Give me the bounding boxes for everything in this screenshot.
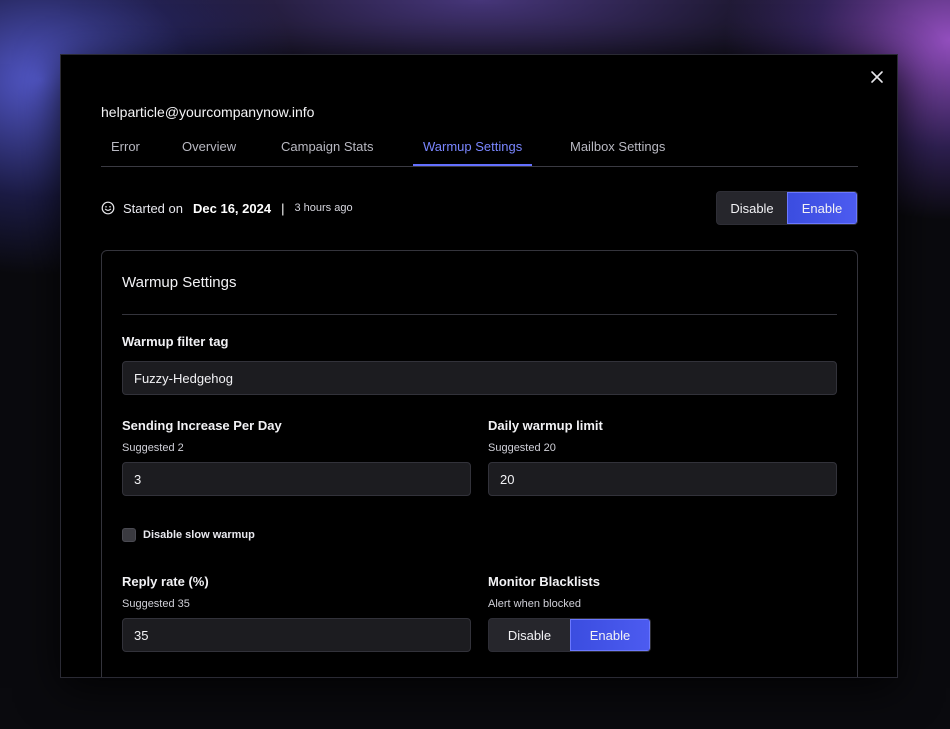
monitor-blacklists-label: Monitor Blacklists [488, 574, 600, 589]
daily-limit-label: Daily warmup limit [488, 418, 603, 433]
sending-increase-hint: Suggested 2 [122, 442, 184, 454]
relative-time: 3 hours ago [294, 202, 353, 214]
started-date: Dec 16, 2024 [193, 200, 272, 216]
warmup-enable-button[interactable]: Enable [786, 192, 857, 224]
blacklists-enable-button[interactable]: Enable [569, 619, 650, 651]
daily-limit-input[interactable]: 20 [488, 462, 837, 496]
panel-divider [122, 314, 837, 315]
tab-error[interactable]: Error [111, 127, 140, 165]
warmup-settings-panel: Warmup Settings Warmup filter tag Fuzzy-… [101, 250, 858, 677]
status-separator: | [281, 200, 285, 216]
slow-warmup-option[interactable]: Disable slow warmup [122, 528, 255, 542]
warmup-disable-button[interactable]: Disable [717, 192, 787, 224]
tab-warmup-settings[interactable]: Warmup Settings [412, 127, 533, 166]
filter-tag-input[interactable]: Fuzzy-Hedgehog [122, 361, 837, 395]
tab-campaign-stats[interactable]: Campaign Stats [281, 127, 374, 165]
reply-rate-label: Reply rate (%) [122, 574, 209, 589]
warmup-status: Started on Dec 16, 2024 | 3 hours ago [101, 191, 353, 225]
tab-bar: Error Overview Campaign Stats Warmup Set… [101, 127, 858, 167]
slow-warmup-checkbox[interactable] [122, 528, 136, 542]
monitor-blacklists-hint: Alert when blocked [488, 598, 581, 610]
account-details-modal: helparticle@yourcompanynow.info Error Ov… [60, 54, 898, 678]
account-email: helparticle@yourcompanynow.info [101, 104, 315, 120]
reply-rate-hint: Suggested 35 [122, 598, 190, 610]
close-button[interactable] [868, 68, 886, 86]
blacklists-disable-button[interactable]: Disable [489, 619, 570, 651]
daily-limit-hint: Suggested 20 [488, 442, 556, 454]
panel-title: Warmup Settings [122, 274, 237, 291]
tab-mailbox-settings[interactable]: Mailbox Settings [570, 127, 665, 165]
filter-tag-label: Warmup filter tag [122, 334, 229, 349]
warmup-enable-toggle: Disable Enable [716, 191, 858, 225]
started-label: Started on [123, 200, 183, 216]
sending-increase-input[interactable]: 3 [122, 462, 471, 496]
smile-icon [101, 201, 115, 215]
close-icon [871, 71, 883, 83]
sending-increase-label: Sending Increase Per Day [122, 418, 282, 433]
reply-rate-input[interactable]: 35 [122, 618, 471, 652]
monitor-blacklists-toggle: Disable Enable [488, 618, 651, 652]
tab-overview[interactable]: Overview [182, 127, 236, 165]
slow-warmup-label: Disable slow warmup [143, 529, 255, 541]
